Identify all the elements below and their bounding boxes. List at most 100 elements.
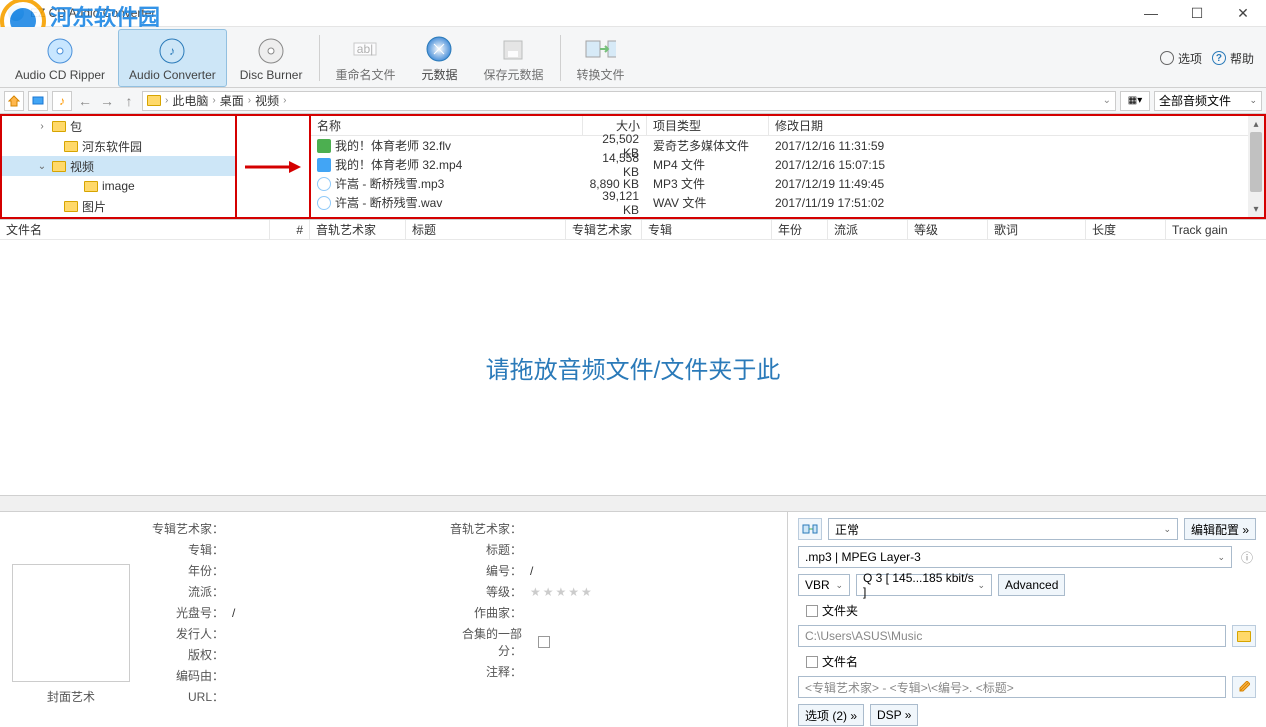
convert-button[interactable]: 转换文件 bbox=[565, 29, 635, 87]
home-button[interactable] bbox=[4, 91, 24, 111]
metadata-button[interactable]: 元数据 bbox=[408, 29, 470, 87]
col-name[interactable]: 名称 bbox=[311, 116, 583, 135]
bottom-panel: 封面艺术 专辑艺术家： 专辑： 年份： 流派： 光盘号：/ 发行人： 版权： 编… bbox=[0, 512, 1266, 727]
th-filename[interactable]: 文件名 bbox=[0, 220, 270, 239]
scroll-down-icon[interactable]: ▾ bbox=[1248, 201, 1264, 217]
save-icon bbox=[497, 33, 529, 65]
cover-art[interactable] bbox=[12, 564, 130, 682]
rating-stars[interactable]: ★★★★★ bbox=[530, 585, 594, 599]
edit-config-button[interactable]: 编辑配置 » bbox=[1184, 518, 1256, 540]
th-num[interactable]: # bbox=[270, 220, 310, 239]
folder-checkbox[interactable] bbox=[806, 605, 818, 617]
app-icon bbox=[8, 5, 24, 21]
folder-icon bbox=[147, 95, 161, 106]
advanced-button[interactable]: Advanced bbox=[998, 574, 1065, 596]
view-mode-button[interactable]: ▦▾ bbox=[1120, 91, 1150, 111]
address-bar: ♪ ← → ↑ › 此电脑› 桌面› 视频› ⌄ ▦▾ 全部音频文件⌄ bbox=[0, 88, 1266, 114]
th-lyrics[interactable]: 歌词 bbox=[988, 220, 1086, 239]
desktop-button[interactable] bbox=[28, 91, 48, 111]
nav-back[interactable]: ← bbox=[76, 92, 94, 110]
file-row[interactable]: 我的！体育老师 32.flv25,502 KB爱奇艺多媒体文件2017/12/1… bbox=[311, 136, 1264, 155]
nav-forward[interactable]: → bbox=[98, 92, 116, 110]
audio-converter-tab[interactable]: ♪ Audio Converter bbox=[118, 29, 227, 87]
drop-zone[interactable]: 请拖放音频文件/文件夹于此 bbox=[0, 240, 1266, 496]
music-button[interactable]: ♪ bbox=[52, 91, 72, 111]
th-album-artist[interactable]: 专辑艺术家 bbox=[566, 220, 642, 239]
audio-converter-icon: ♪ bbox=[156, 35, 188, 67]
minimize-button[interactable]: — bbox=[1128, 0, 1174, 27]
rename-button[interactable]: ab| 重命名文件 bbox=[324, 29, 406, 87]
th-title[interactable]: 标题 bbox=[406, 220, 566, 239]
file-list: 名称 大小 项目类型 修改日期 我的！体育老师 32.flv25,502 KB爱… bbox=[309, 114, 1266, 219]
tree-item-shipin[interactable]: ⌄视频 bbox=[2, 156, 235, 176]
col-date[interactable]: 修改日期 bbox=[769, 116, 1264, 135]
file-row[interactable]: 我的！体育老师 32.mp414,558 KBMP4 文件2017/12/16 … bbox=[311, 155, 1264, 174]
close-button[interactable]: ✕ bbox=[1220, 0, 1266, 27]
filename-input[interactable]: <专辑艺术家> - <专辑>\<编号>. <标题> bbox=[798, 676, 1226, 698]
file-list-header: 名称 大小 项目类型 修改日期 bbox=[311, 116, 1264, 136]
tree-item-bao[interactable]: ›包 bbox=[2, 116, 235, 136]
format-select[interactable]: .mp3 | MPEG Layer-3⌄ bbox=[798, 546, 1232, 568]
svg-text:ab|: ab| bbox=[357, 42, 373, 56]
titlebar: EZ CD Audio Converter — ☐ ✕ bbox=[0, 0, 1266, 27]
folder-tree: ›包 河东软件园 ⌄视频 image 图片 bbox=[0, 114, 237, 219]
vbr-select[interactable]: VBR⌄ bbox=[798, 574, 850, 596]
info-icon[interactable]: ⓘ bbox=[1238, 549, 1256, 566]
th-length[interactable]: 长度 bbox=[1086, 220, 1166, 239]
options-link[interactable]: 选项 bbox=[1160, 50, 1202, 67]
filter-dropdown[interactable]: 全部音频文件⌄ bbox=[1154, 91, 1262, 111]
encoder-panel: 正常⌄ 编辑配置 » .mp3 | MPEG Layer-3⌄ ⓘ VBR⌄ Q… bbox=[788, 512, 1266, 727]
quality-select[interactable]: Q 3 [ 145...185 kbit/s ]⌄ bbox=[856, 574, 992, 596]
file-icon bbox=[317, 158, 331, 172]
th-track-artist[interactable]: 音轨艺术家 bbox=[310, 220, 406, 239]
svg-text:♪: ♪ bbox=[169, 44, 175, 58]
folder-input[interactable]: C:\Users\ASUS\Music bbox=[798, 625, 1226, 647]
tree-item-hedong[interactable]: 河东软件园 bbox=[2, 136, 235, 156]
cd-ripper-icon bbox=[44, 35, 76, 67]
disc-burner-tab[interactable]: Disc Burner bbox=[229, 29, 314, 87]
options-button[interactable]: 选项 (2) » bbox=[798, 704, 864, 726]
browse-folder-button[interactable] bbox=[1232, 625, 1256, 647]
breadcrumb[interactable]: › 此电脑› 桌面› 视频› ⌄ bbox=[142, 91, 1116, 111]
metadata-icon bbox=[423, 33, 455, 65]
mode-select[interactable]: 正常⌄ bbox=[828, 518, 1178, 540]
tree-item-image[interactable]: image bbox=[2, 176, 235, 196]
th-genre[interactable]: 流派 bbox=[828, 220, 908, 239]
edit-filename-button[interactable] bbox=[1232, 676, 1256, 698]
cover-art-label: 封面艺术 bbox=[12, 688, 130, 705]
filename-checkbox[interactable] bbox=[806, 656, 818, 668]
file-icon bbox=[317, 177, 331, 191]
th-album[interactable]: 专辑 bbox=[642, 220, 772, 239]
audio-cd-ripper-tab[interactable]: Audio CD Ripper bbox=[4, 29, 116, 87]
red-arrow-annotation bbox=[237, 114, 309, 219]
gear-icon bbox=[1160, 51, 1174, 65]
horizontal-scrollbar[interactable] bbox=[0, 496, 1266, 512]
col-type[interactable]: 项目类型 bbox=[647, 116, 769, 135]
track-list-header: 文件名 # 音轨艺术家 标题 专辑艺术家 专辑 年份 流派 等级 歌词 长度 T… bbox=[0, 220, 1266, 240]
help-icon: ? bbox=[1212, 51, 1226, 65]
disc-burner-icon bbox=[255, 35, 287, 67]
metadata-panel: 封面艺术 专辑艺术家： 专辑： 年份： 流派： 光盘号：/ 发行人： 版权： 编… bbox=[0, 512, 788, 727]
tree-item-tupian[interactable]: 图片 bbox=[2, 196, 235, 216]
file-icon bbox=[317, 139, 331, 153]
th-rating[interactable]: 等级 bbox=[908, 220, 988, 239]
th-track-gain[interactable]: Track gain bbox=[1166, 220, 1266, 239]
copy-mode-icon-button[interactable] bbox=[798, 518, 822, 540]
scroll-thumb[interactable] bbox=[1250, 132, 1262, 192]
dsp-button[interactable]: DSP » bbox=[870, 704, 918, 726]
th-year[interactable]: 年份 bbox=[772, 220, 828, 239]
file-browser: ›包 河东软件园 ⌄视频 image 图片 名称 大小 项目类型 修改日期 我的… bbox=[0, 114, 1266, 220]
help-link[interactable]: ?帮助 bbox=[1212, 50, 1254, 67]
scroll-up-icon[interactable]: ▴ bbox=[1248, 116, 1264, 132]
compilation-checkbox[interactable] bbox=[538, 636, 550, 648]
app-title: EZ CD Audio Converter bbox=[30, 6, 1128, 20]
ribbon-toolbar: Audio CD Ripper ♪ Audio Converter Disc B… bbox=[0, 27, 1266, 88]
convert-icon bbox=[584, 33, 616, 65]
maximize-button[interactable]: ☐ bbox=[1174, 0, 1220, 27]
save-metadata-button[interactable]: 保存元数据 bbox=[472, 29, 554, 87]
file-row[interactable]: 许嵩 - 断桥残雪.wav39,121 KBWAV 文件2017/11/19 1… bbox=[311, 193, 1264, 212]
file-row[interactable]: 许嵩 - 断桥残雪.mp38,890 KBMP3 文件2017/12/19 11… bbox=[311, 174, 1264, 193]
rename-icon: ab| bbox=[349, 33, 381, 65]
file-list-scrollbar[interactable]: ▴ ▾ bbox=[1248, 116, 1264, 217]
nav-up[interactable]: ↑ bbox=[120, 92, 138, 110]
